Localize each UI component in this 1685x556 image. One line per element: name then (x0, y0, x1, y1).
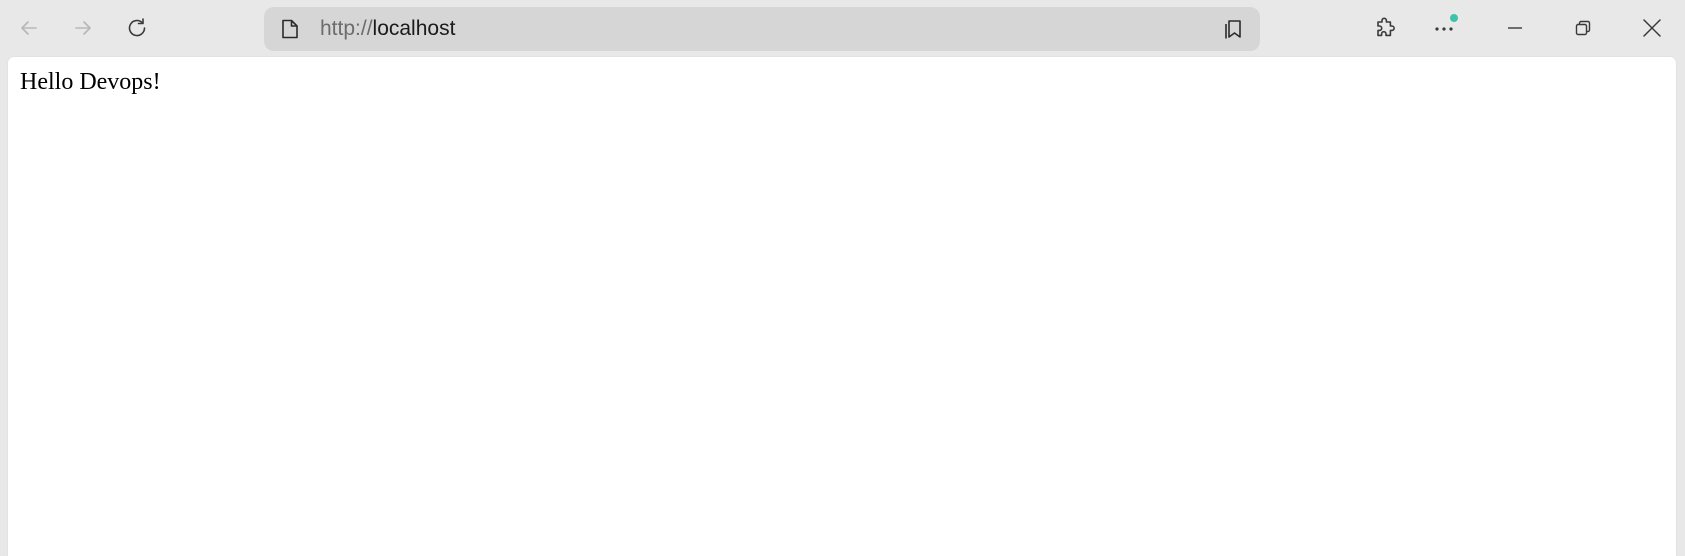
back-button[interactable] (7, 8, 51, 48)
more-button[interactable] (1422, 8, 1466, 48)
restore-button[interactable] (1561, 8, 1605, 48)
browser-toolbar: http://localhost (0, 0, 1685, 58)
url-scheme: http:// (320, 17, 373, 40)
close-icon (1641, 17, 1663, 39)
page-body-text: Hello Devops! (20, 69, 161, 95)
minimize-icon (1505, 18, 1525, 38)
restore-icon (1573, 18, 1593, 38)
extensions-button[interactable] (1364, 8, 1408, 48)
page-icon[interactable] (278, 17, 302, 41)
forward-button[interactable] (61, 8, 105, 48)
minimize-button[interactable] (1493, 8, 1537, 48)
address-bar[interactable]: http://localhost (264, 7, 1260, 51)
back-arrow-icon (18, 17, 40, 39)
web-page-viewport: Hello Devops! (8, 57, 1676, 556)
url-text[interactable]: http://localhost (320, 16, 455, 42)
notification-dot (1450, 14, 1458, 22)
url-host: localhost (372, 17, 456, 40)
favorites-icon[interactable] (1220, 15, 1248, 43)
browser-window: http://localhost Hello Devops! (0, 0, 1685, 556)
refresh-icon (125, 16, 149, 40)
refresh-button[interactable] (115, 8, 159, 48)
forward-arrow-icon (72, 17, 94, 39)
close-button[interactable] (1630, 8, 1674, 48)
extensions-icon (1374, 16, 1398, 40)
